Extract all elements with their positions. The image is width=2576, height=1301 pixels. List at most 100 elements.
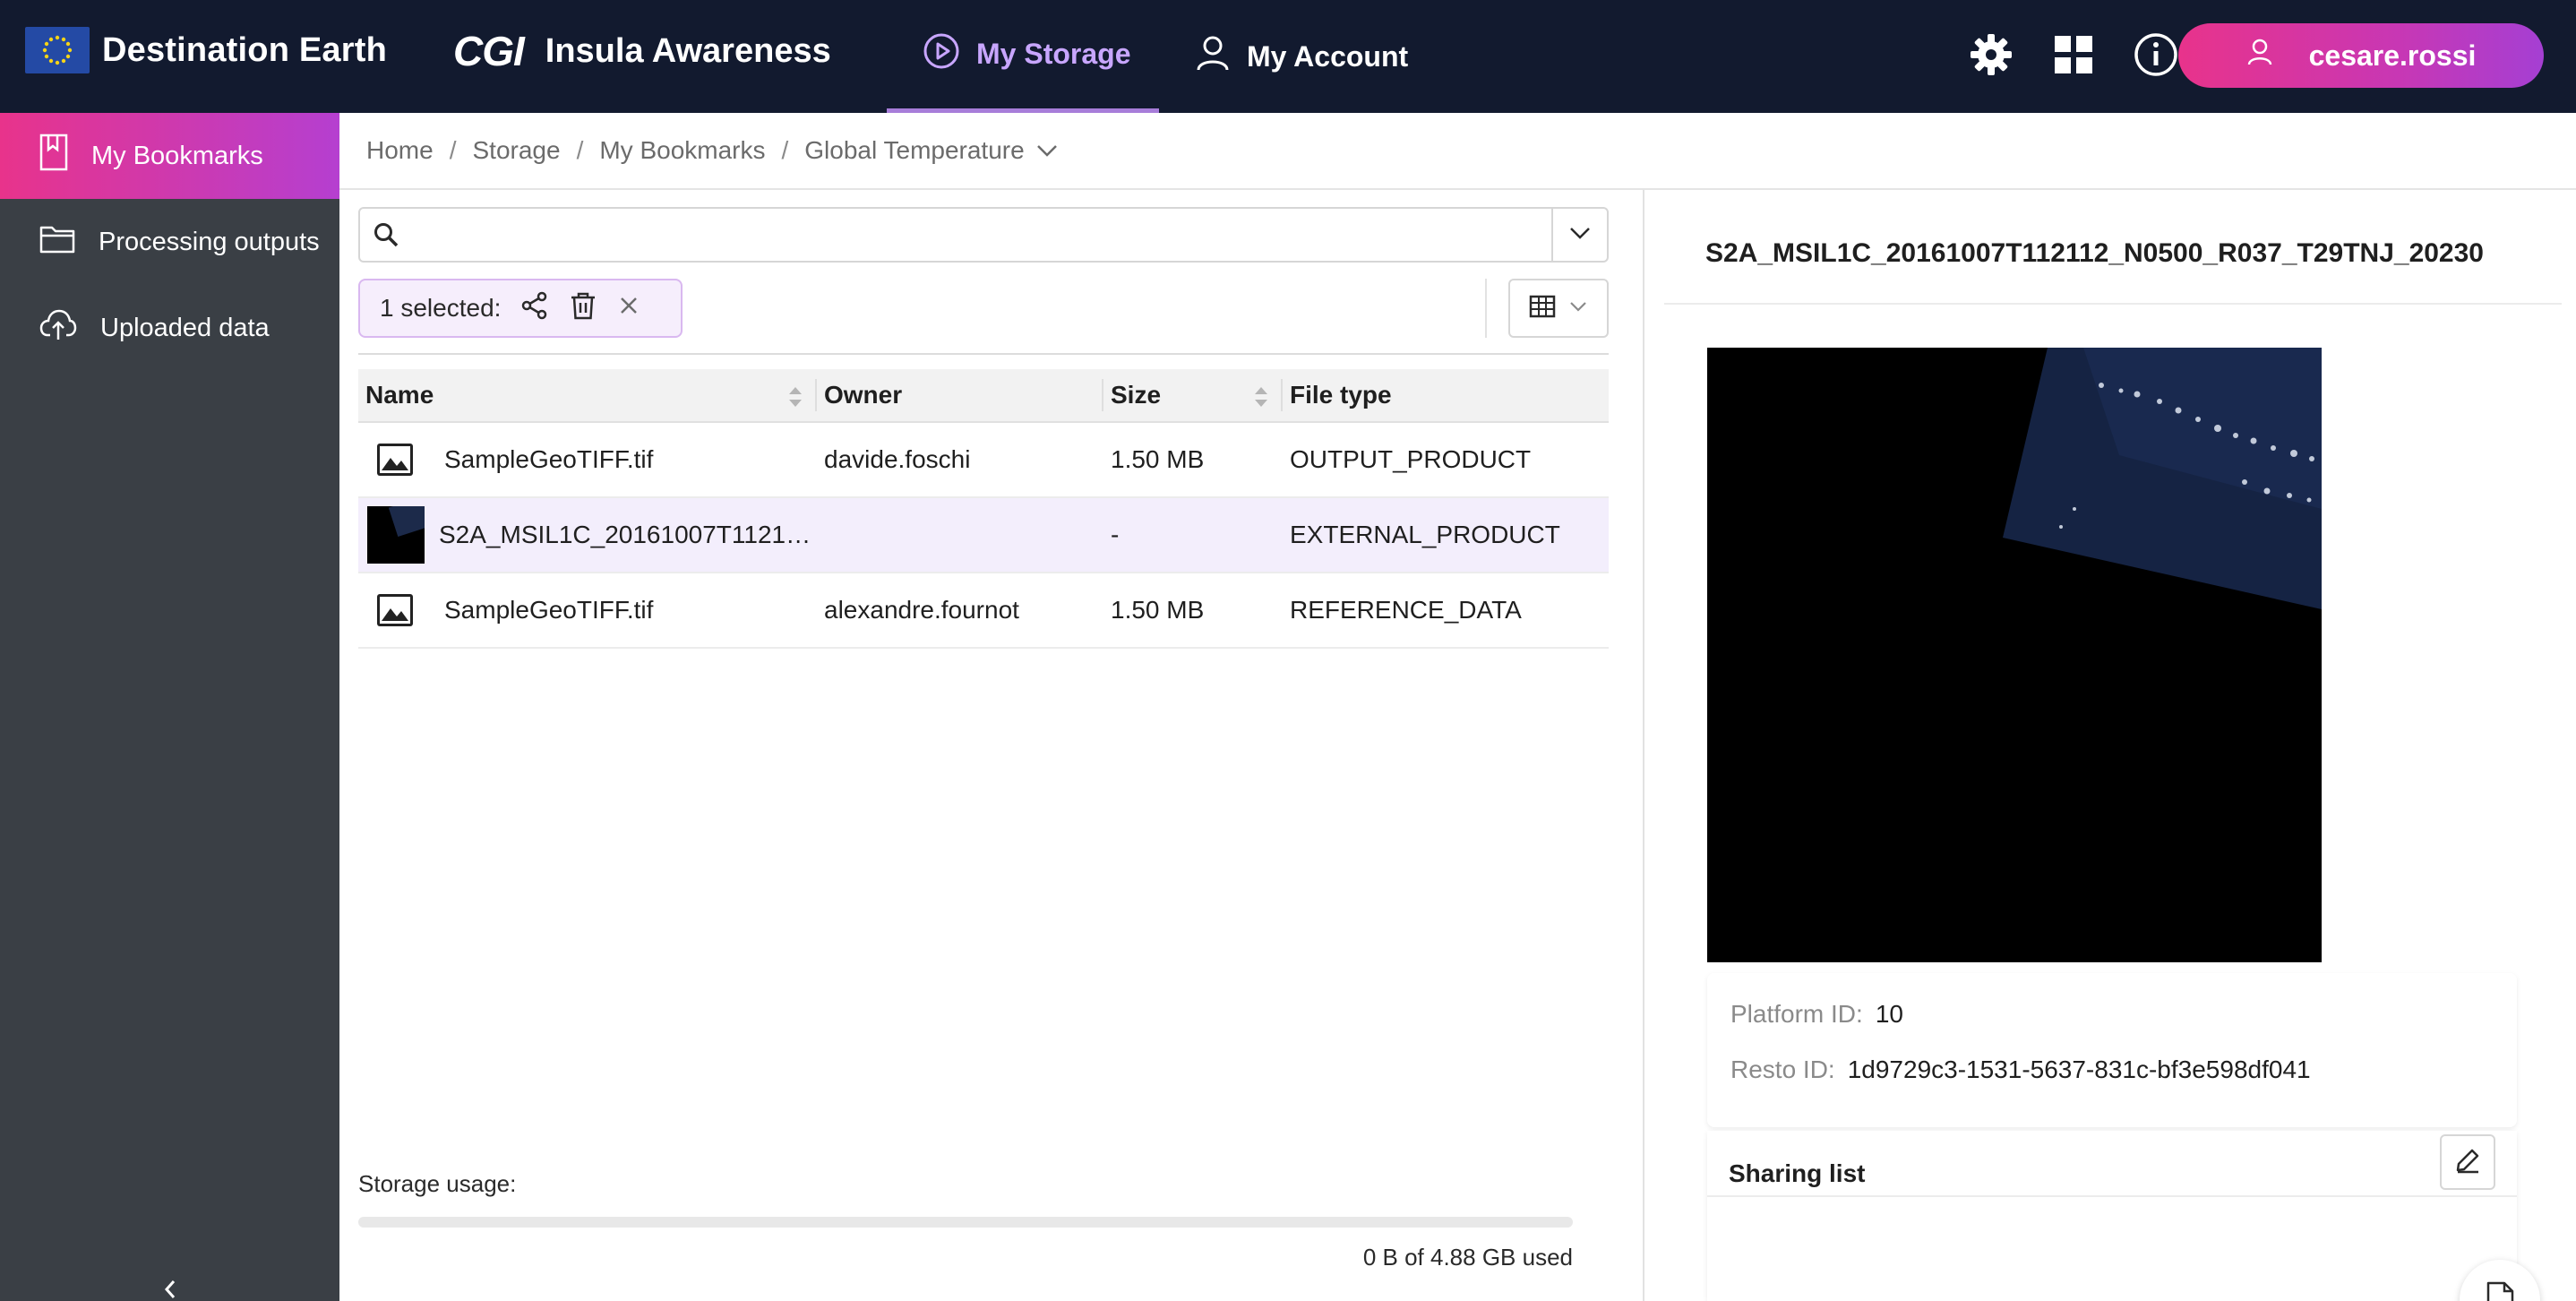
sidebar-item-uploaded-data[interactable]: Uploaded data xyxy=(0,285,339,371)
sidebar: My Bookmarks Processing outputs Uploaded… xyxy=(0,113,339,1301)
search-icon xyxy=(373,221,399,253)
image-icon xyxy=(376,441,414,478)
column-header-size[interactable]: Size xyxy=(1103,368,1283,422)
user-menu-button[interactable]: cesare.rossi xyxy=(2178,23,2544,88)
cell-size: 1.50 MB xyxy=(1111,596,1205,624)
breadcrumb-home[interactable]: Home xyxy=(366,136,434,165)
storage-usage-label: Storage usage: xyxy=(358,1170,517,1197)
chevron-left-icon[interactable] xyxy=(152,1274,188,1301)
column-header-owner[interactable]: Owner xyxy=(817,368,1103,422)
selection-toolbar: 1 selected: xyxy=(358,279,683,338)
storage-usage-text: 0 B of 4.88 GB used xyxy=(1362,1244,1573,1271)
cell-size: - xyxy=(1111,521,1120,548)
search-filter-dropdown[interactable] xyxy=(1551,209,1607,261)
close-icon[interactable] xyxy=(617,294,640,323)
cell-file-type: REFERENCE_DATA xyxy=(1290,596,1522,624)
table-view-icon xyxy=(1529,295,1556,323)
chevron-down-icon xyxy=(1568,225,1592,246)
file-name: S2A_MSIL1C_20161007T1121… xyxy=(439,521,811,548)
cell-size: 1.50 MB xyxy=(1111,445,1205,473)
folder-icon xyxy=(39,223,75,261)
file-name: SampleGeoTIFF.tif xyxy=(444,445,654,473)
pencil-icon xyxy=(2454,1147,2481,1178)
view-mode-toggle[interactable] xyxy=(1508,279,1609,338)
divider xyxy=(1664,303,2562,305)
selection-count: 1 selected: xyxy=(380,294,502,322)
share-icon[interactable] xyxy=(520,291,549,326)
breadcrumb-separator: / xyxy=(781,136,789,164)
apps-grid-icon[interactable] xyxy=(2049,30,2098,79)
cell-name: SampleGeoTIFF.tif xyxy=(358,422,817,497)
table-row[interactable]: SampleGeoTIFF.tif davide.foschi 1.50 MB … xyxy=(358,423,1609,498)
table-header: Name Owner Size File type xyxy=(358,369,1609,423)
column-header-file-type[interactable]: File type xyxy=(1283,368,1609,422)
search-input[interactable] xyxy=(417,212,1537,257)
top-bar: Destination Earth CGI Insula Awareness M… xyxy=(0,0,2576,113)
play-circle-icon xyxy=(923,32,960,77)
app-brand[interactable]: CGI Insula Awareness xyxy=(453,27,831,75)
nav-tab-my-storage[interactable]: My Storage xyxy=(887,0,1159,113)
sidebar-item-label: My Bookmarks xyxy=(91,141,263,170)
column-label: File type xyxy=(1290,381,1392,409)
breadcrumb-storage[interactable]: Storage xyxy=(472,136,560,165)
sharing-list-title: Sharing list xyxy=(1729,1159,1866,1187)
trash-icon[interactable] xyxy=(569,291,597,326)
brand[interactable]: Destination Earth xyxy=(25,27,387,73)
column-label: Owner xyxy=(824,381,903,409)
detail-title: S2A_MSIL1C_20161007T112112_N0500_R037_T2… xyxy=(1705,238,2484,268)
brand-title: Destination Earth xyxy=(102,30,387,69)
breadcrumb-my-bookmarks[interactable]: My Bookmarks xyxy=(599,136,765,165)
sidebar-item-processing-outputs[interactable]: Processing outputs xyxy=(0,199,339,285)
user-icon xyxy=(1195,34,1231,79)
file-name: SampleGeoTIFF.tif xyxy=(444,596,654,624)
nav-tab-label: My Account xyxy=(1247,39,1409,73)
info-icon[interactable] xyxy=(2132,30,2180,79)
cell-owner: alexandre.fournot xyxy=(824,596,1019,624)
image-icon xyxy=(376,591,414,629)
product-preview-image xyxy=(1707,348,2322,962)
eu-flag-icon xyxy=(25,27,90,73)
table-row[interactable]: S2A_MSIL1C_20161007T1121… - EXTERNAL_PRO… xyxy=(358,498,1609,573)
chevron-down-icon xyxy=(1568,299,1588,318)
divider xyxy=(1707,1195,2517,1197)
user-name: cesare.rossi xyxy=(2308,39,2477,72)
nav-tab-my-account[interactable]: My Account xyxy=(1191,0,1408,113)
storage-usage-bar xyxy=(358,1217,1573,1228)
resto-id-label: Resto ID: xyxy=(1730,1055,1835,1083)
bookmark-icon xyxy=(39,134,68,178)
column-label: Size xyxy=(1111,381,1162,409)
sidebar-item-my-bookmarks[interactable]: My Bookmarks xyxy=(0,113,339,199)
search-box xyxy=(358,207,1609,263)
toolbar-divider xyxy=(1485,279,1487,338)
platform-id-row: Platform ID: 10 xyxy=(1730,1000,1903,1029)
resto-id-row: Resto ID: 1d9729c3-1531-5637-831c-bf3e59… xyxy=(1730,1055,2311,1084)
gear-icon[interactable] xyxy=(1967,30,2015,79)
cell-name: SampleGeoTIFF.tif xyxy=(358,573,817,648)
files-table: Name Owner Size File type SampleGeoTIFF.… xyxy=(358,369,1609,649)
resto-id-value: 1d9729c3-1531-5637-831c-bf3e598df041 xyxy=(1847,1055,2311,1083)
cloud-upload-icon xyxy=(39,308,77,348)
platform-id-value: 10 xyxy=(1875,1000,1903,1028)
sharing-list-card: Sharing list xyxy=(1707,1131,2517,1301)
breadcrumb-global-temperature[interactable]: Global Temperature xyxy=(804,136,1058,165)
column-header-name[interactable]: Name xyxy=(358,368,817,422)
divider xyxy=(358,353,1609,355)
breadcrumb-separator: / xyxy=(576,136,584,164)
sort-icon xyxy=(1252,384,1270,416)
table-row[interactable]: SampleGeoTIFF.tif alexandre.fournot 1.50… xyxy=(358,573,1609,649)
cgi-logo: CGI xyxy=(453,28,525,74)
sort-icon xyxy=(786,384,804,416)
cell-owner xyxy=(817,497,1103,573)
cell-name: S2A_MSIL1C_20161007T1121… xyxy=(358,497,817,573)
column-label: Name xyxy=(365,381,434,409)
edit-sharing-button[interactable] xyxy=(2440,1134,2495,1190)
sidebar-item-label: Uploaded data xyxy=(100,313,270,342)
breadcrumb-separator: / xyxy=(449,136,457,164)
user-icon xyxy=(2246,38,2273,73)
nav-tab-label: My Storage xyxy=(976,38,1131,70)
cell-file-type: OUTPUT_PRODUCT xyxy=(1290,445,1532,473)
cell-owner: davide.foschi xyxy=(824,445,971,473)
app-title: Insula Awareness xyxy=(545,31,831,70)
breadcrumb: Home / Storage / My Bookmarks / Global T… xyxy=(339,113,2576,190)
metadata-card: Platform ID: 10 Resto ID: 1d9729c3-1531-… xyxy=(1707,973,2517,1127)
